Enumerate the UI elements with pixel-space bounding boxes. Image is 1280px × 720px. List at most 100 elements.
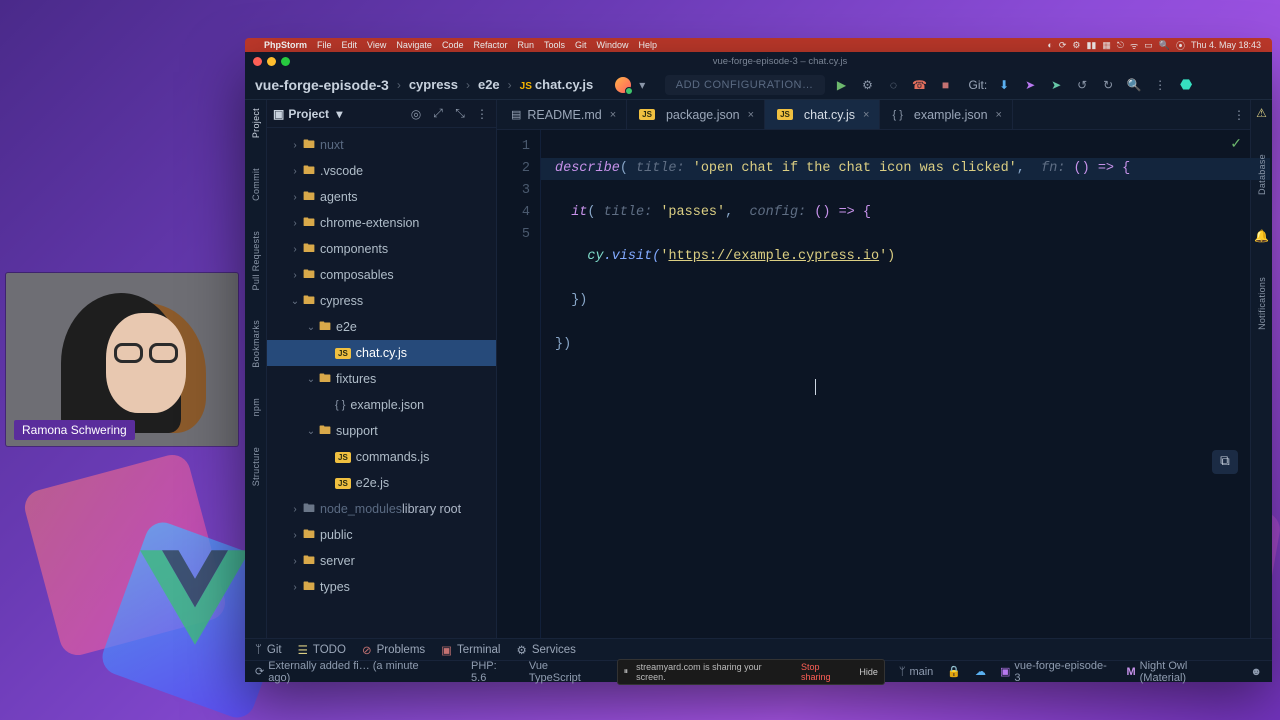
tree-item-components[interactable]: ›🖿components [267, 236, 496, 262]
tree-item-cypress[interactable]: ⌄🖿cypress [267, 288, 496, 314]
status-icon[interactable]: ▮▮ [1086, 40, 1096, 51]
tree-item-types[interactable]: ›🖿types [267, 574, 496, 600]
stop-button[interactable]: ■ [937, 76, 955, 94]
close-tab-icon[interactable]: × [748, 109, 754, 121]
add-configuration-button[interactable]: ADD CONFIGURATION… [665, 75, 825, 95]
theme-indicator[interactable]: M Night Owl (Material) [1126, 660, 1236, 684]
menubar-item[interactable]: Help [639, 40, 658, 50]
tree-item-chat-cy-js[interactable]: JSchat.cy.js [267, 340, 496, 366]
sidebar-settings-button[interactable]: ⋮ [474, 107, 490, 121]
git-push-button[interactable]: ➤ [1021, 76, 1039, 94]
tree-item-e2e[interactable]: ⌄🖿e2e [267, 314, 496, 340]
close-tab-icon[interactable]: × [610, 109, 616, 121]
terminal-tool[interactable]: ▣ Terminal [441, 643, 500, 657]
left-rail-project[interactable]: Project [251, 104, 261, 142]
window-minimize[interactable] [267, 57, 276, 66]
tree-item-public[interactable]: ›🖿public [267, 522, 496, 548]
breadcrumb-part[interactable]: e2e [478, 77, 500, 92]
close-tab-icon[interactable]: × [863, 109, 869, 121]
tree-item--vscode[interactable]: ›🖿.vscode [267, 158, 496, 184]
status-icon[interactable]: ◐ [1047, 40, 1052, 50]
warnings-indicator[interactable]: ⚠ [1256, 106, 1267, 120]
toolbar-more-button[interactable]: ⋮ [1151, 76, 1169, 94]
left-rail-commit[interactable]: Commit [251, 164, 261, 205]
status-user-icon[interactable]: ☻ [1250, 666, 1262, 678]
menubar-item[interactable]: Edit [342, 40, 358, 50]
battery-icon[interactable]: ▭ [1144, 40, 1153, 51]
status-icon[interactable]: ▦ [1102, 40, 1111, 51]
tree-item-agents[interactable]: ›🖿agents [267, 184, 496, 210]
left-rail-bookmarks[interactable]: Bookmarks [251, 316, 261, 372]
code-editor[interactable]: 12345 describe( title: 'open chat if the… [497, 130, 1250, 638]
deploy-indicator[interactable]: ☁ [975, 665, 986, 678]
notifications-tool[interactable]: Notifications [1257, 273, 1267, 334]
project-view-selector[interactable]: ▣ Project ▾ [273, 107, 342, 121]
tree-item-node-modules[interactable]: ›🖿node_modules library root [267, 496, 496, 522]
git-tool[interactable]: ᛘ Git [255, 644, 282, 656]
git-branch[interactable]: main [899, 666, 933, 678]
menubar-item[interactable]: View [367, 40, 386, 50]
search-everywhere-button[interactable]: 🔍 [1125, 76, 1143, 94]
git-update-button[interactable]: ⬇ [995, 76, 1013, 94]
editor-tab[interactable]: ▤README.md× [501, 100, 627, 129]
left-rail-structure[interactable]: Structure [251, 443, 261, 490]
tree-item-chrome-extension[interactable]: ›🖿chrome-extension [267, 210, 496, 236]
control-center-icon[interactable]: ⦿ [1176, 39, 1185, 52]
close-tab-icon[interactable]: × [996, 109, 1002, 121]
todo-tool[interactable]: ☰ TODO [298, 643, 346, 657]
menubar-item[interactable]: Tools [544, 40, 565, 50]
breadcrumb-file[interactable]: JSchat.cy.js [520, 77, 594, 92]
php-version[interactable]: PHP: 5.6 [471, 660, 515, 684]
tree-item-nuxt[interactable]: ›🖿nuxt [267, 132, 496, 158]
menubar-item[interactable]: Run [517, 40, 534, 50]
git-fetch-button[interactable]: ➤ [1047, 76, 1065, 94]
lock-indicator[interactable]: 🔒 [947, 665, 961, 678]
tabs-menu-button[interactable]: ⋮ [1228, 100, 1250, 129]
menubar-item[interactable]: File [317, 40, 332, 50]
wifi-icon[interactable]: ᯤ [1130, 39, 1138, 52]
git-rollback-button[interactable]: ↻ [1099, 76, 1117, 94]
menubar-app[interactable]: PhpStorm [264, 40, 307, 50]
tree-item-fixtures[interactable]: ⌄🖿fixtures [267, 366, 496, 392]
menubar-item[interactable]: Window [597, 40, 629, 50]
editor-tab[interactable]: JSchat.cy.js× [765, 100, 880, 129]
stop-sharing-button[interactable]: Stop sharing [801, 662, 851, 682]
services-tool[interactable]: ⚙ Services [517, 643, 576, 657]
menubar-clock[interactable]: Thu 4. May 18:43 [1191, 40, 1261, 50]
editor-tab[interactable]: JSpackage.json× [627, 100, 765, 129]
collapse-all-button[interactable]: ⤡ [452, 106, 468, 121]
status-icon[interactable]: ⟳ [1059, 40, 1067, 51]
expand-all-button[interactable]: ⤢ [430, 106, 446, 121]
breadcrumb-project[interactable]: vue-forge-episode-3 [255, 77, 389, 93]
status-icon[interactable]: ⚙ [1072, 40, 1080, 51]
editor-tab[interactable]: { }example.json× [880, 100, 1013, 129]
vcs-status[interactable]: ⟳ Externally added fi… (a minute ago) [255, 660, 443, 684]
tree-item-server[interactable]: ›🖿server [267, 548, 496, 574]
tree-item-commands-js[interactable]: JScommands.js [267, 444, 496, 470]
profile-button[interactable]: ☎ [911, 76, 929, 94]
problems-tool[interactable]: ⊘ Problems [362, 643, 425, 657]
picture-in-picture-button[interactable]: ⧉ [1212, 450, 1238, 474]
tree-item-support[interactable]: ⌄🖿support [267, 418, 496, 444]
left-rail-pull-requests[interactable]: Pull Requests [251, 227, 261, 294]
menubar-item[interactable]: Code [442, 40, 464, 50]
debug-button[interactable]: ⚙ [859, 76, 877, 94]
tree-item-example-json[interactable]: { }example.json [267, 392, 496, 418]
window-close[interactable] [253, 57, 262, 66]
code-content[interactable]: describe( title: 'open chat if the chat … [541, 130, 1250, 638]
menubar-item[interactable]: Refactor [473, 40, 507, 50]
menubar-item[interactable]: Git [575, 40, 587, 50]
database-tool[interactable]: Database [1257, 150, 1267, 199]
coverage-button[interactable]: ◌ [885, 76, 903, 94]
tree-item-composables[interactable]: ›🖿composables [267, 262, 496, 288]
git-history-button[interactable]: ↺ [1073, 76, 1091, 94]
menubar-item[interactable]: Navigate [396, 40, 432, 50]
project-tree[interactable]: ›🖿nuxt›🖿.vscode›🖿agents›🖿chrome-extensio… [267, 128, 496, 638]
tree-item-e2e-js[interactable]: JSe2e.js [267, 470, 496, 496]
status-icon[interactable]: ⎋ [1117, 40, 1124, 51]
collaborator-avatar[interactable] [615, 77, 631, 93]
notifications-icon[interactable]: 🔔 [1254, 229, 1269, 243]
breadcrumb-part[interactable]: cypress [409, 77, 458, 92]
code-with-me-button[interactable]: ⬣ [1177, 76, 1195, 94]
left-rail-npm[interactable]: npm [251, 394, 261, 420]
